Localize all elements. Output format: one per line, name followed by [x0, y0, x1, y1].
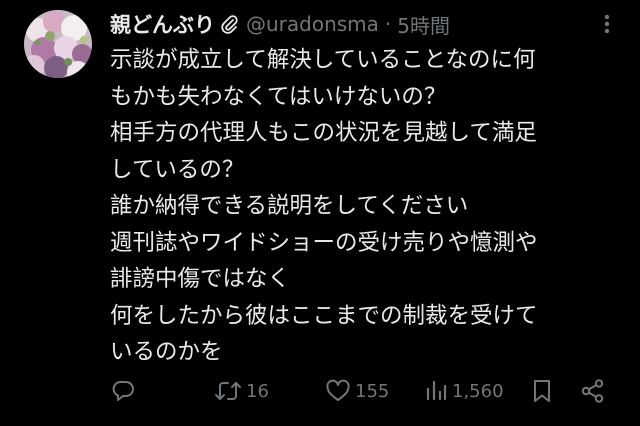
bookmark-button[interactable] — [531, 375, 553, 407]
avatar[interactable] — [24, 10, 92, 78]
tweet-text-line: いるのかを — [110, 339, 223, 365]
timestamp[interactable]: 5時間 — [397, 10, 450, 39]
action-bar: 16 155 1,560 — [0, 375, 640, 407]
views-button[interactable]: 1,560 — [424, 375, 504, 407]
more-options-icon[interactable] — [596, 14, 618, 34]
tweet-text-line: 誰か納得できる説明をしてください — [110, 193, 469, 219]
tweet-text-line: 何をしたから彼はここまでの制裁を受けて — [110, 302, 538, 329]
author-handle[interactable]: @uradonsma — [246, 12, 379, 36]
tweet-card[interactable]: 親どんぶり @uradonsma · 5時間 示談が成立して解決していることなの… — [0, 0, 640, 426]
tweet-text-line: 示談が成立して解決していることなのに何 — [110, 47, 536, 73]
like-count: 155 — [355, 380, 390, 402]
tweet-text: 示談が成立して解決していることなのに何 もかも失わなくてはいけないの？ 相手方の… — [110, 42, 630, 371]
flower-bouquet-avatar — [24, 10, 92, 78]
reply-icon — [112, 381, 134, 401]
heart-icon — [326, 379, 350, 401]
views-bar-chart-icon — [426, 380, 447, 401]
tweet-text-line: もかも失わなくてはいけないの？ — [110, 83, 447, 110]
tweet-text-line: 相手方の代理人もこの状況を見越して満足 — [110, 120, 537, 146]
paperclip-icon — [220, 13, 238, 35]
bookmark-icon — [534, 380, 550, 402]
reply-button[interactable] — [110, 375, 136, 407]
retweet-icon — [215, 382, 241, 400]
retweet-button[interactable]: 16 — [214, 375, 269, 407]
tweet-text-line: 誹謗中傷ではなく — [110, 266, 291, 292]
tweet-header: 親どんぶり @uradonsma · 5時間 — [110, 6, 450, 42]
share-button[interactable] — [580, 375, 606, 407]
author-display-name[interactable]: 親どんぶり — [110, 9, 215, 39]
retweet-count: 16 — [246, 380, 269, 402]
tweet-text-line: 週刊誌やワイドショーの受け売りや憶測や — [110, 229, 538, 256]
tweet-text-line: しているの？ — [110, 156, 245, 183]
share-icon — [581, 379, 604, 403]
views-count: 1,560 — [452, 380, 504, 402]
like-button[interactable]: 155 — [325, 375, 389, 407]
separator-dot: · — [384, 12, 392, 36]
